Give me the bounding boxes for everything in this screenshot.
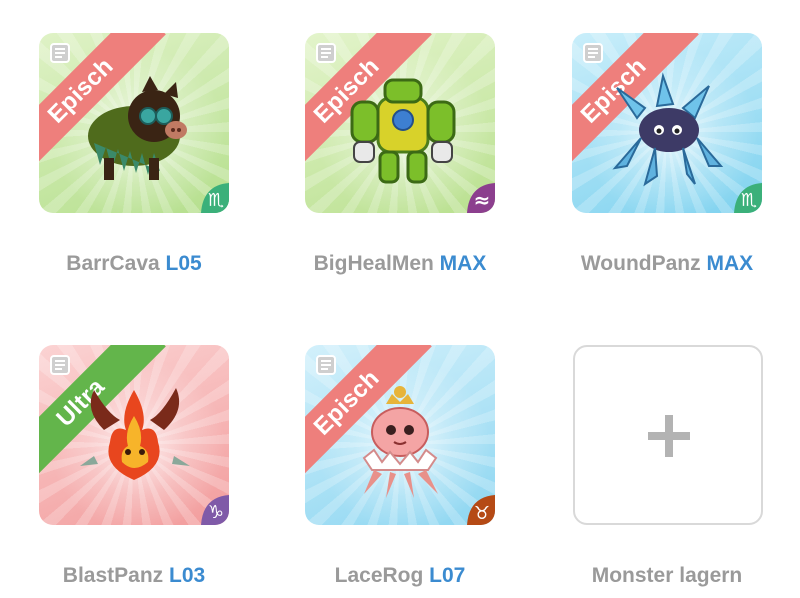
- book-icon[interactable]: [582, 42, 604, 64]
- monster-bighealmen-image: [350, 78, 456, 184]
- scorpio-icon: ♏: [193, 177, 229, 213]
- svg-text:♑: ♑: [208, 502, 224, 523]
- monster-barrcava-image: [88, 76, 187, 180]
- store-monster-label: Monster lagern: [591, 564, 743, 587]
- svg-text:♏: ♏: [741, 190, 757, 211]
- monster-card-barrcava[interactable]: Episch ♏: [39, 33, 229, 213]
- svg-text:♉: ♉: [474, 503, 490, 524]
- monster-card-lacerog[interactable]: Episch ♉: [305, 345, 495, 525]
- monster-label-barrcava: BarrCava L05: [66, 252, 202, 275]
- plus-icon: [648, 415, 690, 457]
- taurus-icon: ♉: [459, 489, 495, 525]
- monster-label-bighealmen: BigHealMen MAX: [313, 252, 487, 275]
- monster-label-woundpanz: WoundPanz MAX: [580, 252, 754, 275]
- book-icon[interactable]: [49, 42, 71, 64]
- monster-woundpanz-image: [612, 72, 724, 187]
- store-monster-slot[interactable]: [573, 345, 763, 525]
- monster-label-blastpanz: BlastPanz L03: [62, 564, 206, 587]
- monster-label-lacerog: LaceRog L07: [334, 564, 466, 587]
- waves-icon: ≈: [459, 177, 495, 213]
- book-icon[interactable]: [49, 354, 71, 376]
- svg-text:♏: ♏: [208, 190, 224, 211]
- monster-card-woundpanz[interactable]: Episch ♏: [572, 33, 762, 213]
- monster-blastpanz-image: [80, 388, 190, 480]
- monster-lacerog-image: [362, 386, 438, 498]
- capricorn-icon: ♑: [193, 489, 229, 525]
- book-icon[interactable]: [315, 42, 337, 64]
- scorpio-icon: ♏: [726, 177, 762, 213]
- book-icon[interactable]: [315, 354, 337, 376]
- monster-card-bighealmen[interactable]: Episch ≈: [305, 33, 495, 213]
- svg-text:≈: ≈: [474, 188, 491, 212]
- monster-card-blastpanz[interactable]: Ultra ♑: [39, 345, 229, 525]
